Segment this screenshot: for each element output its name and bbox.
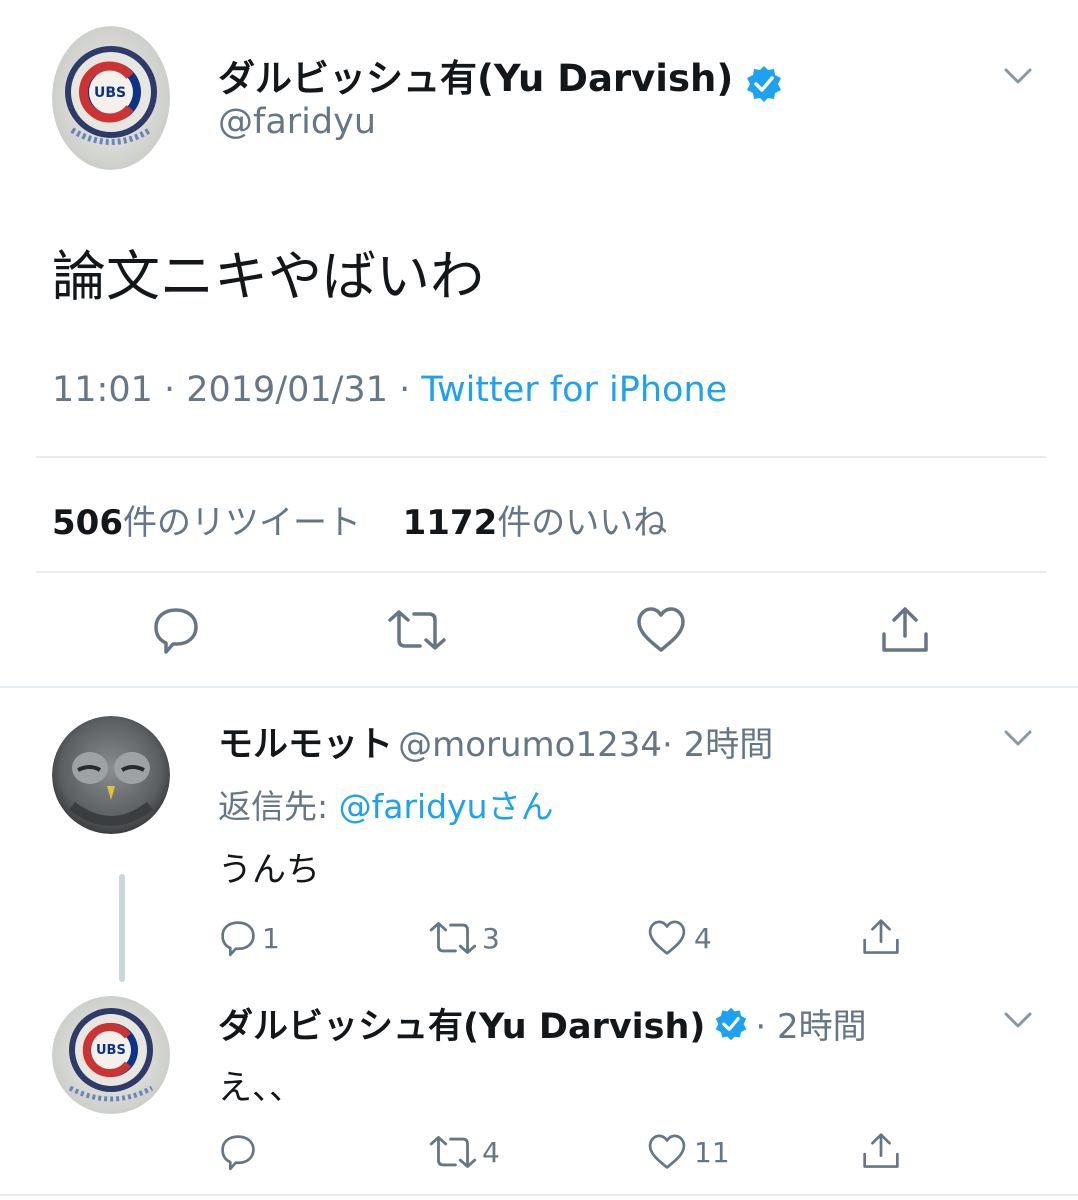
divider	[0, 686, 1078, 688]
like-count: 4	[694, 921, 712, 955]
tweet-meta: 11:01 · 2019/01/31 · Twitter for iPhone	[52, 370, 727, 410]
chevron-down-icon[interactable]	[1002, 726, 1034, 750]
verified-badge-icon	[747, 65, 782, 102]
retweet-action[interactable]: 3	[428, 920, 500, 956]
reply-header: ダルビッシュ有(Yu Darvish) · 2時間	[218, 998, 867, 1049]
divider	[0, 1194, 1078, 1196]
retweets-stat[interactable]: 506件のリツイート	[52, 503, 361, 543]
reply-to-prefix: 返信先:	[218, 787, 339, 826]
chevron-down-icon[interactable]	[1002, 1008, 1034, 1032]
avatar[interactable]: UBS	[52, 26, 170, 170]
tweet-text: 論文ニキやばいわ	[52, 245, 484, 308]
reply-author-name[interactable]: モルモット	[218, 725, 393, 765]
reply-text: うんち	[218, 850, 320, 890]
verified-badge-icon	[716, 1007, 747, 1040]
avatar[interactable]: UBS	[52, 996, 170, 1114]
like-icon[interactable]	[634, 604, 688, 656]
divider	[36, 571, 1046, 573]
reply-header: モルモット @morumo1234· 2時間	[218, 716, 773, 767]
author-name[interactable]: ダルビッシュ有(Yu Darvish)	[218, 57, 733, 100]
likes-stat[interactable]: 1172件のいいね	[403, 503, 668, 543]
reply-action[interactable]: 1	[218, 918, 280, 958]
reply-icon	[221, 1135, 255, 1171]
divider	[36, 456, 1046, 458]
retweet-count: 4	[482, 1135, 500, 1169]
reply-text: え、、	[218, 1068, 303, 1108]
reply-icon	[221, 921, 255, 957]
reply-author-name[interactable]: ダルビッシュ有(Yu Darvish)	[218, 998, 705, 1049]
tweet-timestamp[interactable]: 11:01 · 2019/01/31 ·	[52, 370, 421, 410]
avatar-logo-text: UBS	[94, 85, 127, 101]
reply-to-handle[interactable]: @faridyuさん	[339, 787, 554, 826]
tweet-stats: 506件のリツイート 1172件のいいね	[52, 495, 667, 544]
like-count: 11	[694, 1135, 730, 1169]
reply-icon[interactable]	[150, 604, 202, 656]
like-action[interactable]: 11	[646, 1132, 730, 1172]
reply-time[interactable]: · 2時間	[662, 725, 773, 765]
share-icon[interactable]	[860, 916, 902, 958]
like-action[interactable]: 4	[646, 918, 712, 958]
reply-author-handle[interactable]: @morumo1234	[398, 725, 662, 765]
author-handle[interactable]: @faridyu	[218, 102, 376, 142]
like-count: 1172	[402, 503, 498, 543]
share-icon[interactable]	[860, 1130, 902, 1172]
reply-time[interactable]: · 2時間	[755, 999, 866, 1048]
retweet-label: 件のリツイート	[122, 503, 361, 543]
retweet-icon[interactable]	[386, 608, 448, 652]
like-icon	[648, 1134, 686, 1169]
author-name-row: ダルビッシュ有(Yu Darvish)	[218, 48, 784, 104]
chevron-down-icon[interactable]	[1002, 64, 1034, 88]
reply-count: 1	[262, 921, 280, 955]
thread-connector	[119, 874, 125, 982]
reply-action[interactable]	[218, 1132, 258, 1172]
retweet-icon	[429, 922, 477, 954]
reply-to: 返信先: @faridyuさん	[218, 780, 554, 828]
retweet-icon	[429, 1136, 477, 1168]
like-label: 件のいいね	[497, 503, 668, 543]
like-icon	[648, 920, 686, 955]
avatar[interactable]	[52, 716, 170, 834]
retweet-count: 506	[52, 503, 123, 543]
share-icon[interactable]	[878, 604, 932, 656]
retweet-count: 3	[482, 921, 500, 955]
avatar-logo-text: UBS	[96, 1043, 126, 1058]
tweet-source-link[interactable]: Twitter for iPhone	[421, 370, 727, 410]
retweet-action[interactable]: 4	[428, 1134, 500, 1170]
